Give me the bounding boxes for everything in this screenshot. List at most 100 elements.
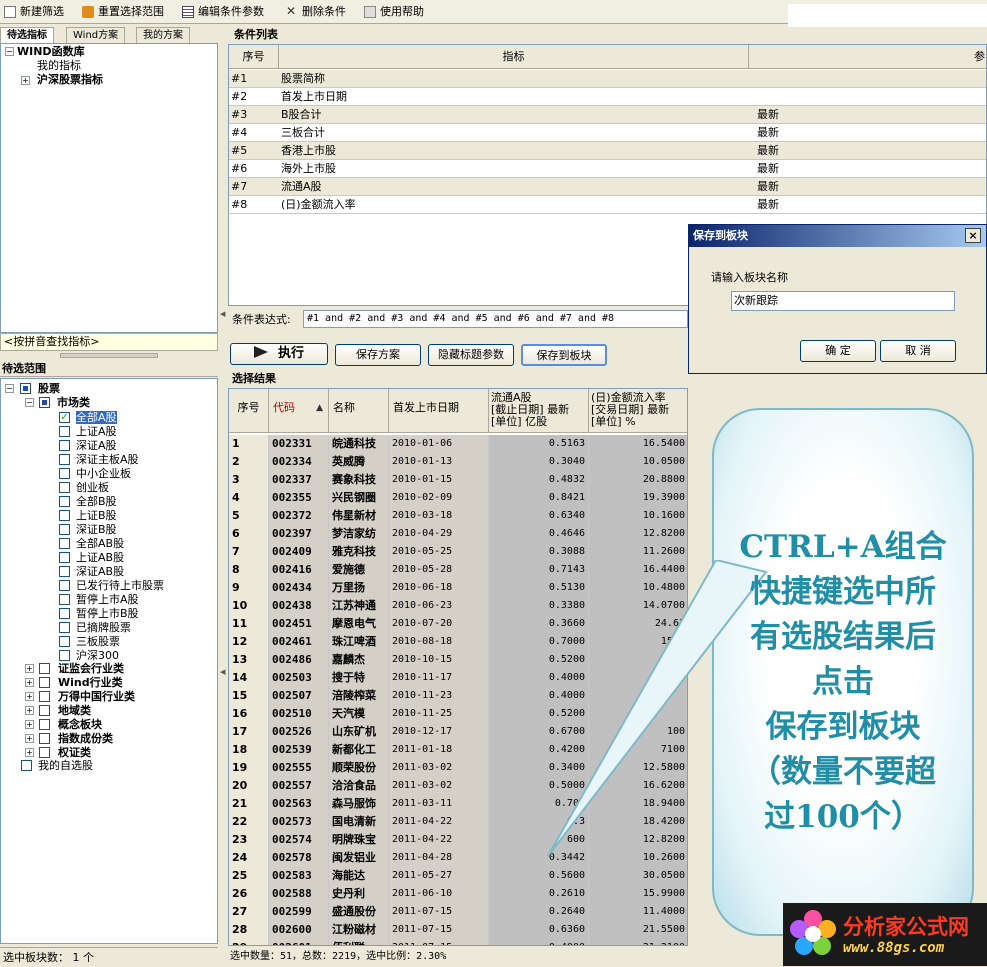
expand-icon[interactable]: +: [25, 692, 34, 701]
tree-node-market-item[interactable]: 深证AB股: [76, 565, 124, 578]
tree-node-category[interactable]: Wind行业类: [58, 676, 123, 689]
table-row[interactable]: 7 002409 雅克科技 2010-05-25 0.3088 11.2600: [229, 543, 687, 561]
table-row[interactable]: 3 002337 赛象科技 2010-01-15 0.4832 20.8800: [229, 471, 687, 489]
checkbox-category[interactable]: [39, 733, 50, 744]
cond-header-param[interactable]: 参: [749, 45, 986, 69]
table-row[interactable]: 26 002588 史丹利 2011-06-10 0.2610 15.9900: [229, 885, 687, 903]
tree-node-category[interactable]: 证监会行业类: [58, 662, 124, 675]
checkbox-market-item[interactable]: ✓: [59, 412, 70, 423]
tree-node-market-item[interactable]: 中小企业板: [76, 467, 131, 480]
tree-node-category[interactable]: 地域类: [58, 704, 91, 717]
tab-candidate-indicators[interactable]: 待选指标: [0, 27, 54, 43]
tree-node-hs-stock-indicators[interactable]: 沪深股票指标: [37, 73, 103, 86]
table-row[interactable]: 5 002372 伟星新材 2010-03-18 0.6340 10.1600: [229, 507, 687, 525]
vertical-splitter[interactable]: [219, 24, 227, 946]
res-header-flow[interactable]: (日)金额流入率 [交易日期] 最新 [单位] %: [589, 389, 687, 433]
table-row[interactable]: 2 002334 英威腾 2010-01-13 0.3040 10.0500: [229, 453, 687, 471]
ok-button[interactable]: 确 定: [800, 340, 876, 362]
save-plan-button[interactable]: 保存方案: [335, 344, 421, 366]
edit-params-button[interactable]: 编辑条件参数: [180, 3, 264, 21]
execute-button[interactable]: 执行: [230, 343, 328, 365]
tree-node-market-item[interactable]: 三板股票: [76, 635, 120, 648]
tree-node-market-item[interactable]: 已摘牌股票: [76, 621, 131, 634]
reset-range-button[interactable]: 重置选择范围: [80, 3, 164, 21]
tree-node-market-item[interactable]: 全部AB股: [76, 537, 124, 550]
condition-row[interactable]: #3 B股合计 最新: [229, 106, 986, 124]
help-button[interactable]: 使用帮助: [362, 3, 424, 21]
checkbox-market-item[interactable]: [59, 454, 70, 465]
tab-wind-plans[interactable]: Wind方案: [66, 27, 126, 43]
new-filter-button[interactable]: 新建筛选: [2, 3, 64, 21]
pinyin-search-bar[interactable]: <按拼音查找指标>: [0, 333, 218, 351]
tree-node-wind-lib[interactable]: WIND函数库: [17, 45, 85, 58]
checkbox-category[interactable]: [39, 719, 50, 730]
table-row[interactable]: 28 002600 江粉磁材 2011-07-15 0.6360 21.5500: [229, 921, 687, 939]
tree-node-market-item[interactable]: 暂停上市A股: [76, 593, 139, 606]
tree-node-market-item[interactable]: 全部A股: [76, 411, 117, 424]
tree-node-market-item[interactable]: 已发行待上市股票: [76, 579, 164, 592]
checkbox-category[interactable]: [39, 677, 50, 688]
checkbox-my-stocks[interactable]: [21, 760, 32, 771]
collapse-icon[interactable]: −: [5, 47, 14, 56]
checkbox-market-item[interactable]: [59, 496, 70, 507]
tree-node-market-item[interactable]: 沪深300: [76, 649, 119, 662]
delete-condition-button[interactable]: ✕ 删除条件: [284, 3, 346, 21]
splitter-handle[interactable]: [60, 353, 158, 358]
table-row[interactable]: 6 002397 梦洁家纺 2010-04-29 0.4646 12.8200: [229, 525, 687, 543]
res-header-idx[interactable]: 序号: [229, 389, 269, 433]
expand-icon[interactable]: +: [25, 664, 34, 673]
checkbox-category[interactable]: [39, 747, 50, 758]
cond-header-idx[interactable]: 序号: [229, 45, 279, 69]
tree-node-market-item[interactable]: 深证B股: [76, 523, 117, 536]
checkbox-category[interactable]: [39, 691, 50, 702]
tree-node-stocks[interactable]: 股票: [38, 382, 60, 395]
tree-node-market-item[interactable]: 全部B股: [76, 495, 117, 508]
collapse-icon[interactable]: −: [5, 384, 14, 393]
tree-node-category[interactable]: 概念板块: [58, 718, 102, 731]
res-header-float[interactable]: 流通A股 [截止日期] 最新 [单位] 亿股: [489, 389, 589, 433]
tree-node-market-item[interactable]: 上证B股: [76, 509, 117, 522]
table-row[interactable]: 25 002583 海能达 2011-05-27 0.5600 30.0500: [229, 867, 687, 885]
condition-row[interactable]: #2 首发上市日期: [229, 88, 986, 106]
res-header-ipo[interactable]: 首发上市日期: [389, 389, 489, 433]
expand-icon[interactable]: +: [25, 720, 34, 729]
checkbox-market-item[interactable]: [59, 426, 70, 437]
res-header-name[interactable]: 名称: [329, 389, 389, 433]
checkbox-market-item[interactable]: [59, 510, 70, 521]
condition-row[interactable]: #5 香港上市股 最新: [229, 142, 986, 160]
tree-node-market-item[interactable]: 深证A股: [76, 439, 117, 452]
checkbox-market-item[interactable]: [59, 636, 70, 647]
tree-node-category[interactable]: 指数成份类: [58, 732, 113, 745]
tree-node-market-item[interactable]: 上证AB股: [76, 551, 124, 564]
close-icon[interactable]: ×: [965, 228, 981, 243]
tree-node-market-item[interactable]: 暂停上市B股: [76, 607, 139, 620]
checkbox-market-item[interactable]: [59, 608, 70, 619]
collapse-icon[interactable]: −: [25, 398, 34, 407]
expression-input[interactable]: #1 and #2 and #3 and #4 and #5 and #6 an…: [303, 310, 688, 328]
condition-row[interactable]: #4 三板合计 最新: [229, 124, 986, 142]
checkbox-market-item[interactable]: [59, 650, 70, 661]
splitter-arrow-icon[interactable]: ◀: [220, 310, 225, 318]
checkbox-market-item[interactable]: [59, 440, 70, 451]
expand-icon[interactable]: +: [25, 706, 34, 715]
tree-node-market-item[interactable]: 创业板: [76, 481, 109, 494]
condition-row[interactable]: #1 股票简称: [229, 70, 986, 88]
checkbox-market-item[interactable]: [59, 524, 70, 535]
table-row[interactable]: 1 002331 皖通科技 2010-01-06 0.5163 16.5400: [229, 435, 687, 453]
checkbox-category[interactable]: [39, 663, 50, 674]
tab-my-plans[interactable]: 我的方案: [136, 27, 190, 43]
tree-node-market-item[interactable]: 上证A股: [76, 425, 117, 438]
table-row[interactable]: 29002601佰利联2011-07-150.400021.2100: [229, 939, 687, 945]
tree-node-my-stocks[interactable]: 我的自选股: [38, 759, 93, 772]
checkbox-market-item[interactable]: [59, 594, 70, 605]
expand-icon[interactable]: +: [25, 734, 34, 743]
expand-icon[interactable]: +: [25, 678, 34, 687]
expand-icon[interactable]: +: [25, 748, 34, 757]
checkbox-market-item[interactable]: [59, 580, 70, 591]
tree-node-market[interactable]: 市场类: [57, 396, 90, 409]
splitter-arrow-icon[interactable]: ◀: [220, 668, 225, 676]
tree-node-category[interactable]: 权证类: [58, 746, 91, 759]
table-row[interactable]: 4 002355 兴民钢圈 2010-02-09 0.8421 19.3900: [229, 489, 687, 507]
checkbox-market-item[interactable]: [59, 622, 70, 633]
checkbox-category[interactable]: [39, 705, 50, 716]
